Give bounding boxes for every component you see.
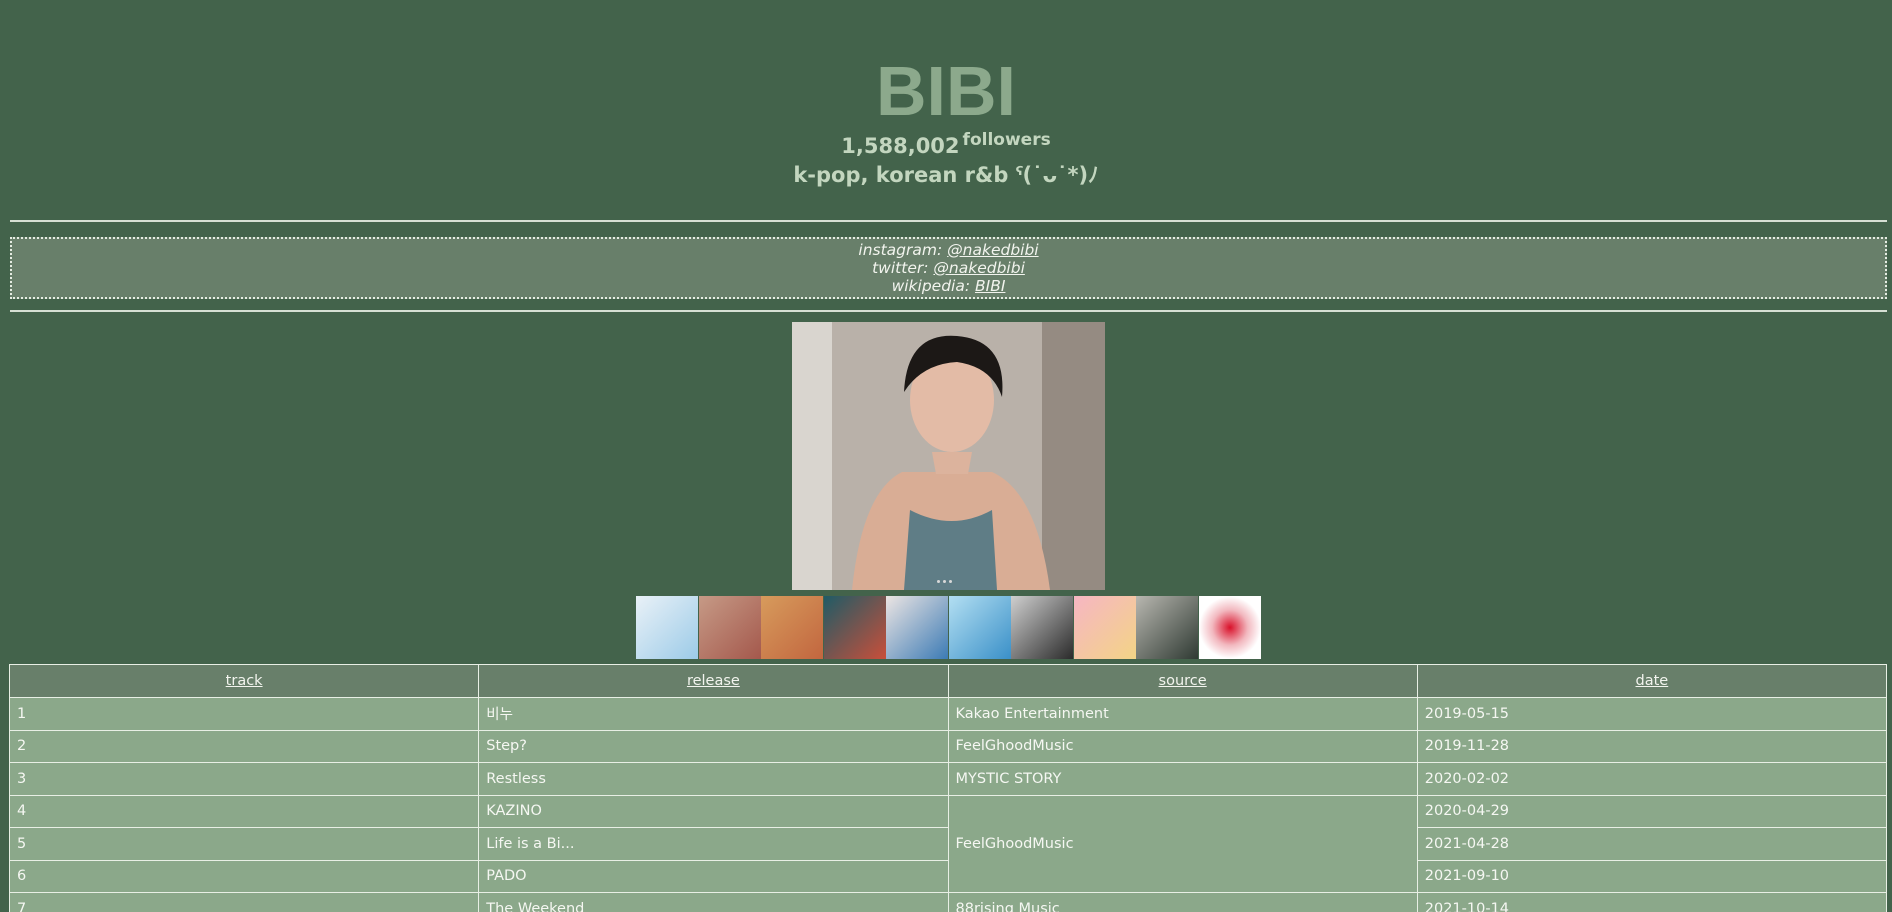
- instagram-line: instagram: @nakedbibi: [12, 241, 1885, 259]
- track-cell: 2: [8, 729, 480, 763]
- album-thumb-9[interactable]: [1136, 596, 1198, 659]
- track-cell: 4: [8, 794, 480, 828]
- column-header-source[interactable]: source: [947, 664, 1418, 698]
- album-thumb-1[interactable]: [636, 596, 698, 659]
- album-thumb-6[interactable]: [948, 596, 1011, 659]
- album-thumb-7[interactable]: [1011, 596, 1073, 659]
- artist-photo[interactable]: [792, 322, 1105, 590]
- track-cell: 7: [8, 892, 480, 912]
- followers-count: 1,588,002: [841, 134, 960, 158]
- artist-photo-image: [792, 322, 1105, 590]
- instagram-label: instagram:: [858, 241, 943, 259]
- date-cell: 2019-05-15: [1416, 697, 1888, 731]
- table-row: 7 The Weekend 88rising Music 2021-10-14: [8, 892, 1888, 912]
- track-cell: 3: [8, 762, 480, 796]
- followers-label: followers: [962, 130, 1051, 150]
- table-row: 2 Step? FeelGhoodMusic 2019-11-28: [8, 729, 1888, 763]
- release-cell: The Weekend: [478, 892, 949, 912]
- twitter-label: twitter:: [872, 259, 929, 277]
- album-thumb-3[interactable]: [761, 596, 823, 659]
- source-cell: FeelGhoodMusic: [947, 729, 1418, 763]
- date-cell: 2021-04-28: [1416, 827, 1888, 861]
- date-cell: 2020-04-29: [1416, 794, 1888, 828]
- instagram-link[interactable]: @nakedbibi: [947, 241, 1038, 259]
- artist-page: BIBI 1,588,002 followers k-pop, korean r&…: [0, 0, 1892, 912]
- source-cell: MYSTIC STORY: [947, 762, 1418, 796]
- date-cell: 2021-10-14: [1416, 892, 1888, 912]
- tracks-table: track release source date 1 비누 Kakao Ent…: [8, 664, 1888, 912]
- release-cell: PADO: [478, 859, 949, 893]
- column-header-date[interactable]: date: [1416, 664, 1888, 698]
- album-thumb-5[interactable]: [886, 596, 948, 659]
- social-links-box: instagram: @nakedbibi twitter: @nakedbib…: [10, 237, 1887, 299]
- sort-source-link[interactable]: source: [1159, 673, 1207, 689]
- release-cell: Step?: [478, 729, 949, 763]
- table-header-row: track release source date: [8, 664, 1888, 698]
- release-cell: Restless: [478, 762, 949, 796]
- source-cell: Kakao Entertainment: [947, 697, 1418, 731]
- twitter-link[interactable]: @nakedbibi: [933, 259, 1024, 277]
- twitter-line: twitter: @nakedbibi: [12, 259, 1885, 277]
- release-cell: KAZINO: [478, 794, 949, 828]
- table-row: 4 KAZINO FeelGhoodMusic 2020-04-29: [8, 794, 1888, 893]
- artist-name: BIBI: [876, 52, 1016, 130]
- release-cell: Life is a Bi...: [478, 827, 949, 861]
- album-thumb-10[interactable]: [1198, 596, 1261, 659]
- track-cell: 5: [8, 827, 480, 861]
- date-cell: 2021-09-10: [1416, 859, 1888, 893]
- source-cell: 88rising Music: [947, 892, 1418, 912]
- album-thumbnails: [636, 596, 1261, 659]
- release-cell: 비누: [478, 697, 949, 731]
- date-cell: 2019-11-28: [1416, 729, 1888, 763]
- wikipedia-line: wikipedia: BIBI: [12, 277, 1885, 295]
- divider-bottom: [10, 310, 1887, 312]
- carousel-dots[interactable]: [937, 580, 952, 583]
- album-thumb-2[interactable]: [698, 596, 761, 659]
- sort-release-link[interactable]: release: [687, 673, 740, 689]
- column-header-release[interactable]: release: [478, 664, 949, 698]
- track-cell: 6: [8, 859, 480, 893]
- wikipedia-label: wikipedia:: [891, 277, 971, 295]
- genres: k-pop, korean r&b ˁ(˙ᴗ˙*)ﾉ: [793, 163, 1099, 187]
- source-cell: FeelGhoodMusic: [947, 794, 1418, 893]
- table-row: 3 Restless MYSTIC STORY 2020-02-02: [8, 762, 1888, 796]
- wikipedia-link[interactable]: BIBI: [975, 277, 1005, 295]
- artist-header: BIBI 1,588,002 followers k-pop, korean r&…: [0, 0, 1892, 188]
- date-cell: 2020-02-02: [1416, 762, 1888, 796]
- sort-date-link[interactable]: date: [1636, 673, 1669, 689]
- sort-track-link[interactable]: track: [226, 673, 263, 689]
- table-row: 1 비누 Kakao Entertainment 2019-05-15: [8, 697, 1888, 731]
- track-cell: 1: [8, 697, 480, 731]
- column-header-track[interactable]: track: [8, 664, 480, 698]
- album-thumb-8[interactable]: [1073, 596, 1136, 659]
- album-thumb-4[interactable]: [823, 596, 886, 659]
- divider-top: [10, 220, 1887, 222]
- followers-line: 1,588,002 followers: [0, 130, 1892, 162]
